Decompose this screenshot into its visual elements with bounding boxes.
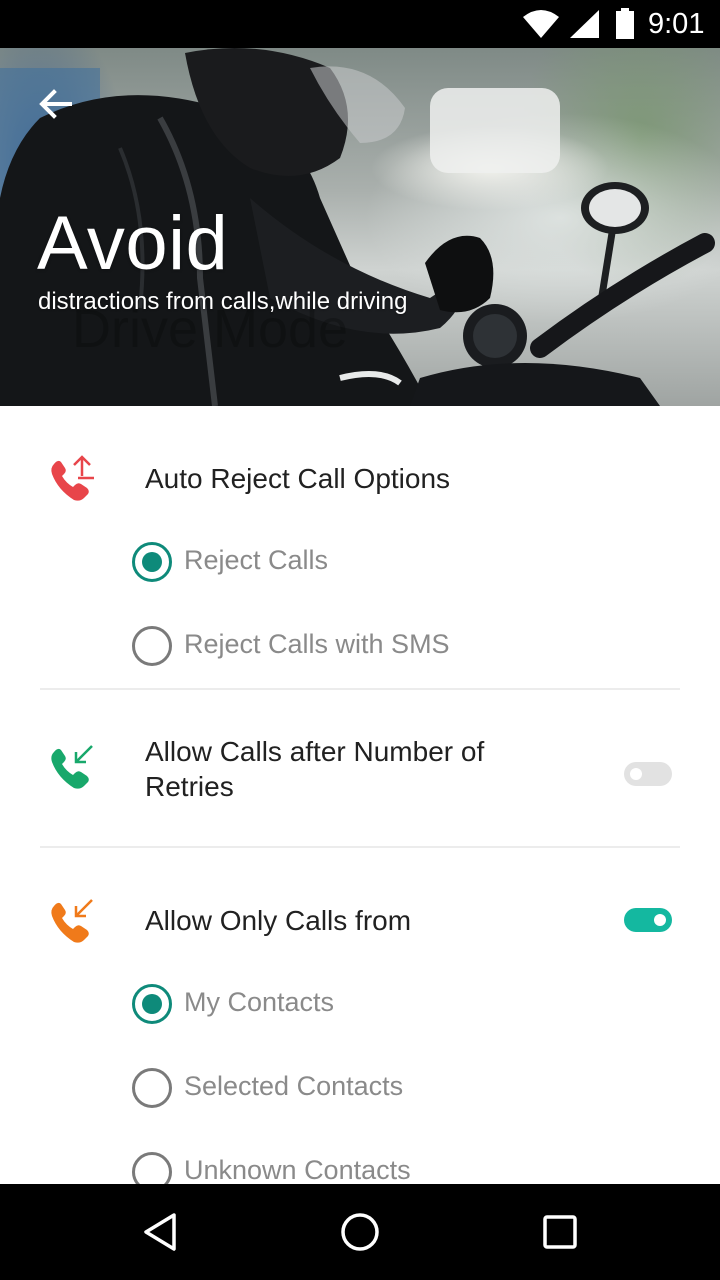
option-reject-calls[interactable]: Reject Calls [132, 541, 632, 585]
divider [40, 688, 680, 690]
radio-button-checked[interactable] [132, 984, 172, 1024]
radio-button[interactable] [132, 1152, 172, 1184]
battery-icon [616, 8, 634, 39]
page-subtitle: distractions from calls,while driving [38, 288, 408, 315]
back-arrow-icon[interactable] [36, 84, 76, 124]
wifi-icon [523, 10, 559, 38]
allow-only-title: Allow Only Calls from [145, 905, 412, 936]
radio-button[interactable] [132, 1068, 172, 1108]
header-banner: Drive Mode Avoid distractions from calls… [0, 48, 720, 406]
phone-incoming-icon [51, 899, 93, 943]
option-reject-calls-sms[interactable]: Reject Calls with SMS [132, 625, 632, 669]
divider [40, 846, 680, 848]
option-label: Reject Calls with SMS [184, 629, 450, 659]
recents-square-icon[interactable] [538, 1210, 582, 1254]
title-line: Allow Calls after Number of [145, 736, 485, 767]
auto-reject-title: Auto Reject Call Options [145, 463, 451, 494]
option-label: Selected Contacts [184, 1071, 404, 1101]
option-label: My Contacts [184, 987, 335, 1017]
allow-only-toggle[interactable] [624, 908, 672, 932]
option-unknown-contacts[interactable]: Unknown Contacts [132, 1151, 632, 1184]
signal-icon [570, 10, 599, 38]
status-time: 9:01 [648, 8, 705, 40]
settings-content: Auto Reject Call Options Reject Calls Re… [0, 406, 720, 1184]
home-circle-icon[interactable] [338, 1210, 382, 1254]
radio-button[interactable] [132, 626, 172, 666]
option-selected-contacts[interactable]: Selected Contacts [132, 1067, 632, 1111]
phone-incoming-icon [51, 745, 93, 789]
phone-outgoing-icon [51, 455, 94, 501]
title-line: Retries [145, 771, 234, 802]
back-triangle-icon[interactable] [138, 1210, 182, 1254]
radio-button-checked[interactable] [132, 542, 172, 582]
option-label: Reject Calls [184, 545, 329, 575]
allow-retries-toggle[interactable] [624, 762, 672, 786]
navigation-bar [0, 1184, 720, 1280]
page-title: Avoid [37, 201, 229, 286]
allow-retries-title: Allow Calls after Number of Retries [145, 734, 484, 804]
status-bar: 9:01 [0, 0, 720, 48]
option-my-contacts[interactable]: My Contacts [132, 983, 632, 1027]
option-label: Unknown Contacts [184, 1155, 411, 1184]
